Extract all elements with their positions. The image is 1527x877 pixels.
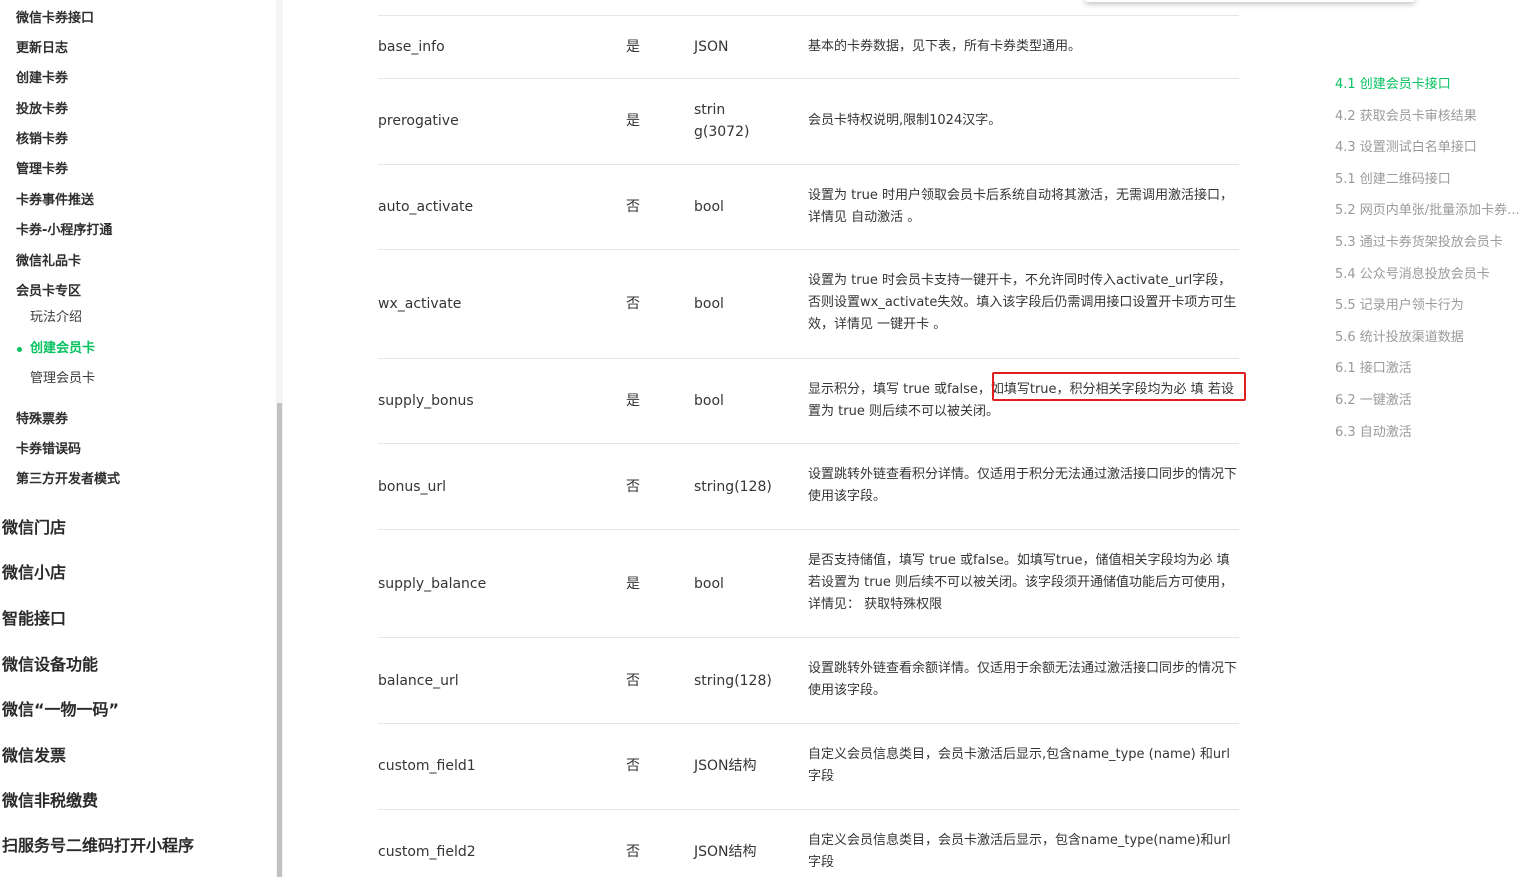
toc-item-4-2[interactable]: 4.2 获取会员卡审核结果 [1335,108,1527,126]
param-type: JSON结构 [694,844,757,860]
sidebar-top-devices[interactable]: 微信设备功能 [2,654,98,676]
sidebar-item-redeem-card[interactable]: 核销卡券 [16,131,68,149]
sidebar-scrollbar-thumb[interactable] [277,403,282,877]
toc-item-6-3[interactable]: 6.3 自动激活 [1335,424,1527,442]
toc-item-4-3[interactable]: 4.3 设置测试白名单接口 [1335,139,1527,157]
param-desc: 自定义会员信息类目，会员卡激活后显示，包含name_type(name)和url… [808,833,1231,870]
sidebar-item-manage-card[interactable]: 管理卡券 [16,161,68,179]
param-desc: 设置跳转外链查看余额详情。仅适用于余额无法通过激活接口同步的情况下使用该字段。 [808,661,1238,698]
table-row: custom_field1 否 JSON结构 自定义会员信息类目，会员卡激活后显… [378,723,1239,809]
sidebar-top-shop[interactable]: 微信小店 [2,562,66,584]
param-type: JSON结构 [694,758,757,774]
param-name: prerogative [378,113,459,129]
sidebar-item-distribute-card[interactable]: 投放卡券 [16,101,68,119]
param-desc: 基本的卡券数据，见下表，所有卡券类型通用。 [808,39,1082,54]
param-desc: 设置为 true 时会员卡支持一键开卡，不允许同时传入activate_url字… [808,273,1237,332]
sidebar-top-scan-qr-miniprogram[interactable]: 扫服务号二维码打开小程序 [2,835,194,857]
active-bullet-icon [17,347,22,352]
table-row: custom_field2 否 JSON结构 自定义会员信息类目，会员卡激活后显… [378,809,1239,877]
toc-item-4-1[interactable]: 4.1 创建会员卡接口 [1335,76,1527,94]
param-desc: 设置跳转外链查看积分详情。仅适用于积分无法通过激活接口同步的情况下使用该字段。 [808,467,1238,504]
table-row: supply_balance 是 bool 是否支持储值，填写 true 或fa… [378,529,1239,637]
sidebar-top-non-tax[interactable]: 微信非税缴费 [2,790,98,812]
toc-item-6-1[interactable]: 6.1 接口激活 [1335,360,1527,378]
toc-item-5-5[interactable]: 5.5 记录用户领卡行为 [1335,297,1527,315]
toc-item-6-2[interactable]: 6.2 一键激活 [1335,392,1527,410]
toc-item-5-3[interactable]: 5.3 通过卡券货架投放会员卡 [1335,234,1527,252]
param-desc: 设置为 true 时用户领取会员卡后系统自动将其激活，无需调用激活接口，详情见 … [808,188,1233,225]
param-type: JSON [694,39,729,55]
param-name: auto_activate [378,199,474,215]
param-name: balance_url [378,673,459,689]
param-required: 是 [626,576,640,592]
sidebar-item-special-tickets[interactable]: 特殊票券 [16,411,68,429]
param-name: custom_field1 [378,758,476,774]
sidebar-item-gift-card[interactable]: 微信礼品卡 [16,253,81,271]
param-required: 是 [626,113,640,129]
param-type: bool [694,199,724,215]
param-type: string(128) [694,479,772,495]
table-row: bonus_url 否 string(128) 设置跳转外链查看积分详情。仅适用… [378,443,1239,529]
sidebar-item-member-card-zone[interactable]: 会员卡专区 [16,283,81,301]
toc-item-5-4[interactable]: 5.4 公众号消息投放会员卡 [1335,266,1527,284]
param-name: supply_bonus [378,393,474,409]
param-name: custom_field2 [378,844,476,860]
toc-item-5-1[interactable]: 5.1 创建二维码接口 [1335,171,1527,189]
param-required: 否 [626,199,640,215]
param-desc: 会员卡特权说明,限制1024汉字。 [808,113,1002,128]
param-required: 否 [626,296,640,312]
table-row: base_info 是 JSON 基本的卡券数据，见下表，所有卡券类型通用。 [378,15,1239,78]
sidebar-top-one-code[interactable]: 微信“一物一码” [2,699,119,721]
param-required: 是 [626,39,640,55]
sidebar-top-invoice[interactable]: 微信发票 [2,745,66,767]
param-type: bool [694,296,724,312]
sidebar-item-changelog[interactable]: 更新日志 [16,40,68,58]
param-required: 否 [626,844,640,860]
sidebar-item-card-miniprogram[interactable]: 卡券-小程序打通 [16,222,112,240]
toc-item-5-6[interactable]: 5.6 统计投放渠道数据 [1335,329,1527,347]
param-desc: 是否支持储值，填写 true 或false。如填写true，储值相关字段均为必 … [808,553,1233,612]
param-name: supply_balance [378,576,487,592]
param-type: bool [694,576,724,592]
param-desc: 自定义会员信息类目，会员卡激活后显示,包含name_type (name) 和u… [808,747,1231,784]
param-required: 否 [626,479,640,495]
sidebar-subitem-gameplay[interactable]: 玩法介绍 [30,309,82,327]
table-row: prerogative 是 strin g(3072) 会员卡特权说明,限制10… [378,78,1239,164]
sidebar-item-create-card[interactable]: 创建卡券 [16,70,68,88]
floating-panel-edge [1085,0,1415,2]
sidebar-subitem-manage-member-card[interactable]: 管理会员卡 [30,370,95,388]
table-row: balance_url 否 string(128) 设置跳转外链查看余额详情。仅… [378,637,1239,723]
param-required: 否 [626,673,640,689]
param-type: string(128) [694,673,772,689]
sidebar-top-smart-api[interactable]: 智能接口 [2,608,66,630]
param-name: base_info [378,39,445,55]
sidebar-item-card-events[interactable]: 卡券事件推送 [16,192,94,210]
toc-item-5-2[interactable]: 5.2 网页内单张/批量添加卡券... [1335,202,1527,220]
sidebar-subitem-create-member-card[interactable]: 创建会员卡 [30,340,95,358]
param-name: wx_activate [378,296,462,312]
table-row: wx_activate 否 bool 设置为 true 时会员卡支持一键开卡，不… [378,249,1239,358]
param-name: bonus_url [378,479,447,495]
red-highlight-box [992,372,1246,401]
param-required: 是 [626,393,640,409]
param-type: strin g(3072) [694,102,750,140]
left-sidebar: 微信卡券接口 更新日志 创建卡券 投放卡券 核销卡券 管理卡券 卡券事件推送 卡… [0,0,283,877]
sidebar-item-wechat-card-api[interactable]: 微信卡券接口 [16,10,94,28]
sidebar-item-third-party-mode[interactable]: 第三方开发者模式 [16,471,120,489]
sidebar-item-error-codes[interactable]: 卡券错误码 [16,441,81,459]
param-required: 否 [626,758,640,774]
param-type: bool [694,393,724,409]
sidebar-top-stores[interactable]: 微信门店 [2,517,66,539]
table-row: auto_activate 否 bool 设置为 true 时用户领取会员卡后系… [378,164,1239,249]
